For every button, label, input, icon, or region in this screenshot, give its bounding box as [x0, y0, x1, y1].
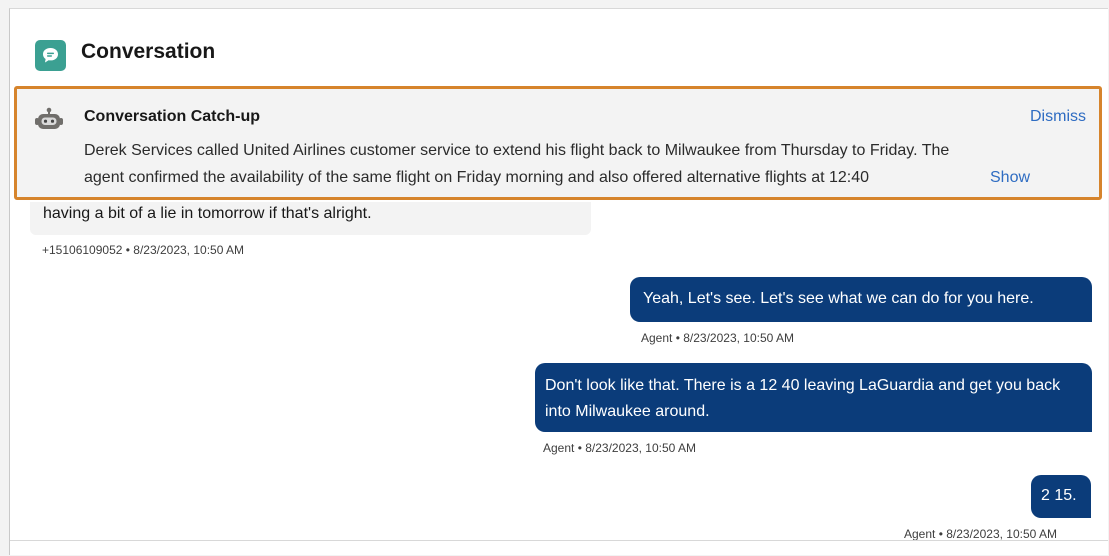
summary-line-2-row: agent confirmed the availability of the …: [84, 164, 1049, 191]
agent-message-bubble: Don't look like that. There is a 12 40 l…: [535, 363, 1092, 432]
catchup-title: Conversation Catch-up: [84, 108, 261, 125]
message-text: 2 15.: [1041, 487, 1077, 504]
customer-message-bubble: having a bit of a lie in tomorrow if tha…: [30, 202, 591, 235]
message-text: having a bit of a lie in tomorrow if tha…: [43, 205, 372, 222]
conversation-catchup-panel: Conversation Catch-up Dismiss Derek Serv…: [14, 86, 1102, 200]
message-meta: Agent • 8/23/2023, 10:50 AM: [904, 527, 1057, 541]
divider: [10, 540, 1108, 541]
message-text: Yeah, Let's see. Let's see what we can d…: [643, 290, 1034, 307]
dismiss-link[interactable]: Dismiss: [1030, 108, 1086, 126]
conversation-panel: Conversation Conversation Catch-up Dismi…: [9, 8, 1108, 555]
chat-bubble-icon: [35, 40, 66, 71]
message-meta: +15106109052 • 8/23/2023, 10:50 AM: [42, 243, 245, 257]
page-title: Conversation: [81, 40, 216, 63]
einstein-bot-icon: [34, 106, 64, 137]
summary-line-1: Derek Services called United Airlines cu…: [84, 142, 950, 159]
message-meta: Agent • 8/23/2023, 10:50 AM: [641, 331, 794, 345]
agent-message-bubble: 2 15.: [1031, 475, 1091, 518]
show-more-link[interactable]: Show More: [986, 164, 1049, 191]
message-meta: Agent • 8/23/2023, 10:50 AM: [543, 441, 696, 455]
panel-header: Conversation: [10, 9, 1108, 84]
agent-message-bubble: Yeah, Let's see. Let's see what we can d…: [630, 277, 1092, 322]
catchup-summary: Derek Services called United Airlines cu…: [84, 137, 1084, 191]
summary-line-2: agent confirmed the availability of the …: [84, 169, 870, 186]
message-text: Don't look like that. There is a 12 40 l…: [545, 377, 1061, 420]
